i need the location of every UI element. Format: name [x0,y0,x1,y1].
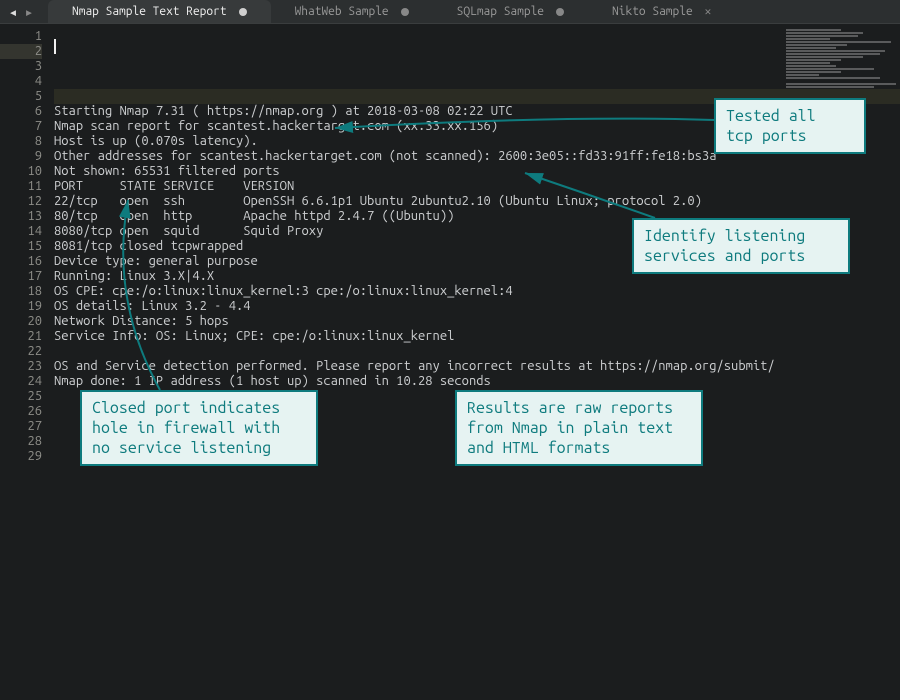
code-line [54,464,900,479]
callout-closed-port: Closed port indicateshole in firewall wi… [80,390,318,466]
code-line: OS details: Linux 3.2 - 4.4 [54,299,900,314]
line-number: 2 [0,44,42,59]
tab-0[interactable]: Nmap Sample Text Report [48,0,271,23]
line-number: 27 [0,419,42,434]
line-number: 15 [0,239,42,254]
line-number: 1 [0,29,42,44]
tab-3[interactable]: Nikto Sample ✕ [588,0,735,23]
tab-1[interactable]: WhatWeb Sample [271,0,433,23]
line-number: 26 [0,404,42,419]
code-line [54,479,900,494]
modified-dot-icon [239,8,247,16]
code-line: OS CPE: cpe:/o:linux:linux_kernel:3 cpe:… [54,284,900,299]
tab-2[interactable]: SQLmap Sample [433,0,588,23]
tab-nav-arrows[interactable]: ◂ ▸ [0,4,42,19]
code-line: PORT STATE SERVICE VERSION [54,179,900,194]
modified-dot-icon [556,8,564,16]
code-line: Not shown: 65531 filtered ports [54,164,900,179]
callout-tested-all: Tested alltcp ports [714,98,866,154]
line-number: 22 [0,344,42,359]
line-number: 29 [0,449,42,464]
tab-label: SQLmap Sample [457,5,544,18]
line-number: 7 [0,119,42,134]
code-line: 22/tcp open ssh OpenSSH 6.6.1p1 Ubuntu 2… [54,194,900,209]
tabs-container: Nmap Sample Text Report WhatWeb Sample SQL… [48,0,735,23]
callout-raw-results: Results are raw reportsfrom Nmap in plai… [455,390,703,466]
callout-identify: Identify listeningservices and ports [632,218,850,274]
line-number: 9 [0,149,42,164]
tab-label: Nmap Sample Text Report [72,5,227,18]
line-number: 19 [0,299,42,314]
line-number: 12 [0,194,42,209]
tab-nav-right-icon[interactable]: ▸ [22,4,36,19]
line-number: 8 [0,134,42,149]
line-number: 21 [0,329,42,344]
line-number: 28 [0,434,42,449]
tab-label: Nikto Sample [612,5,693,18]
code-line: Nmap done: 1 IP address (1 host up) scan… [54,374,900,389]
line-number: 10 [0,164,42,179]
line-number: 24 [0,374,42,389]
line-number-gutter: 1234567891011121314151617181920212223242… [0,24,54,700]
code-line [54,494,900,509]
line-number: 16 [0,254,42,269]
close-icon[interactable]: ✕ [705,5,712,18]
code-line [54,344,900,359]
code-line: Network Distance: 5 hops [54,314,900,329]
line-number: 14 [0,224,42,239]
code-line [54,74,900,89]
line-number: 5 [0,89,42,104]
text-cursor [54,39,56,54]
line-number: 4 [0,74,42,89]
tab-nav-left-icon[interactable]: ◂ [6,4,20,19]
line-number: 11 [0,179,42,194]
line-number: 6 [0,104,42,119]
modified-dot-icon [401,8,409,16]
line-number: 23 [0,359,42,374]
tab-label: WhatWeb Sample [295,5,389,18]
tab-bar: ◂ ▸ Nmap Sample Text Report WhatWeb Sampl… [0,0,900,24]
line-number: 18 [0,284,42,299]
code-line: Service Info: OS: Linux; CPE: cpe:/o:lin… [54,329,900,344]
line-number: 17 [0,269,42,284]
line-number: 20 [0,314,42,329]
code-line: OS and Service detection performed. Plea… [54,359,900,374]
line-number: 3 [0,59,42,74]
line-number: 25 [0,389,42,404]
line-number: 13 [0,209,42,224]
